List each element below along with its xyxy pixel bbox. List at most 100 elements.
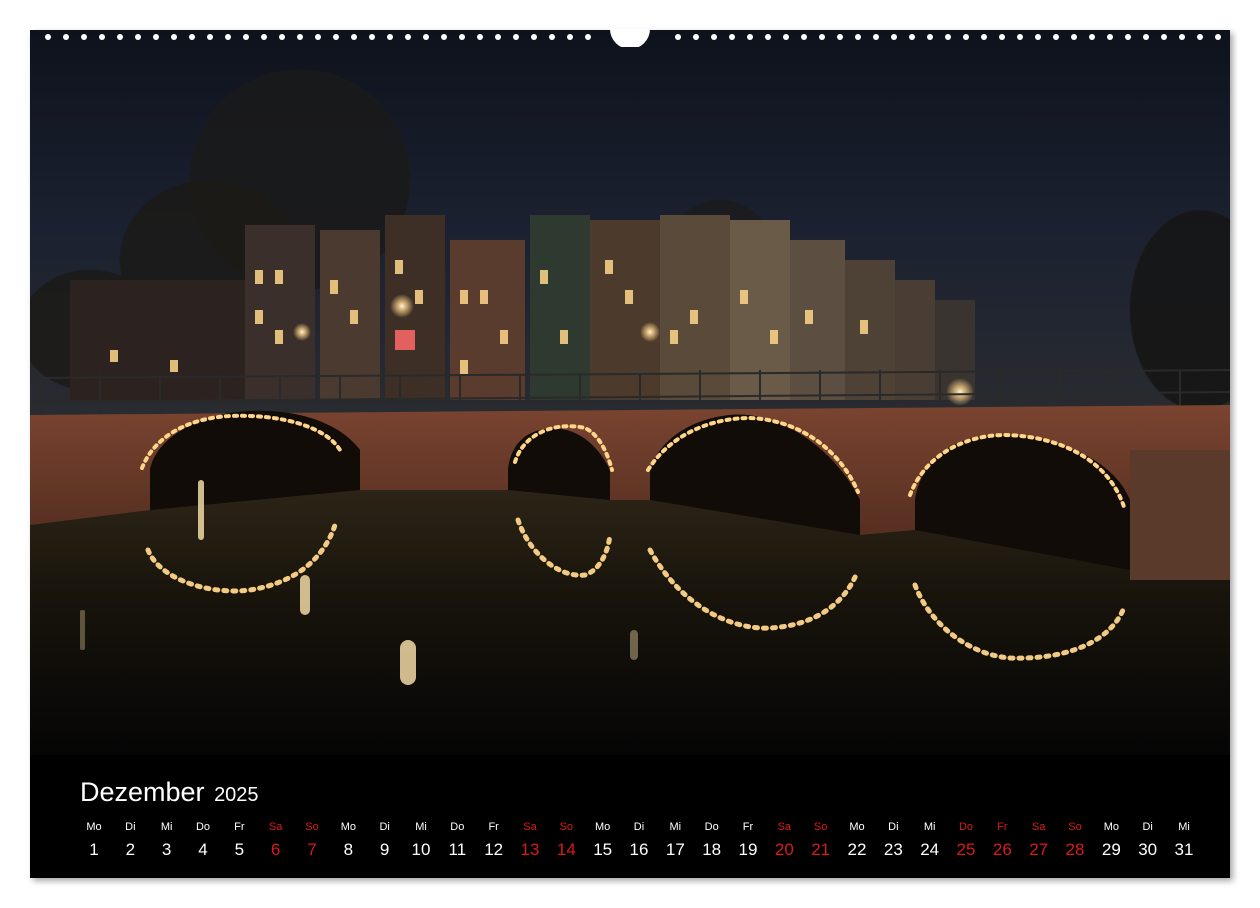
weekday-label: Di: [1142, 821, 1153, 833]
binding-hole: [513, 34, 519, 40]
day-number: 18: [702, 840, 722, 859]
binding-hole: [333, 34, 339, 40]
binding-hole: [693, 34, 699, 40]
day-number: 26: [992, 840, 1012, 859]
weekday-label: So: [813, 821, 828, 833]
binding-hole: [927, 34, 933, 40]
binding-hole: [189, 34, 195, 40]
weekday-label: Mi: [160, 821, 173, 833]
weekday-label: Do: [704, 821, 719, 833]
binding-hole: [675, 34, 681, 40]
day-cell: Do 18: [694, 821, 730, 860]
binding-hole: [261, 34, 267, 40]
weekday-label: Fr: [997, 821, 1008, 833]
weekday-label: So: [305, 821, 319, 833]
day-number: 5: [234, 840, 245, 859]
weekday-label: So: [559, 821, 574, 833]
month-name: Dezember: [80, 777, 205, 807]
binding-hole: [99, 34, 105, 40]
binding-hole: [999, 34, 1005, 40]
day-cell: Mo 8: [330, 821, 366, 860]
binding-hole: [1071, 34, 1077, 40]
day-cell: Mo 1: [76, 821, 112, 860]
weekday-label: Sa: [268, 821, 283, 833]
day-cell: Do 4: [185, 821, 221, 860]
binding-hole: [369, 34, 375, 40]
binding-hole: [1215, 34, 1221, 40]
day-number: 7: [307, 840, 317, 859]
weekday-label: Sa: [777, 821, 792, 833]
binding-hole: [747, 34, 753, 40]
binding-hole: [783, 34, 789, 40]
weekday-label: Mo: [340, 821, 356, 833]
day-number: 9: [379, 840, 390, 859]
binding-hole: [729, 34, 735, 40]
day-cell: Sa 27: [1021, 821, 1057, 860]
binding-hole: [117, 34, 123, 40]
weekday-label: Do: [195, 821, 211, 833]
binding-hole: [1125, 34, 1131, 40]
weekday-label: So: [1068, 821, 1082, 833]
binding-hole: [297, 34, 303, 40]
day-number: 11: [448, 840, 467, 859]
canal-bridge-photo: [30, 30, 1230, 755]
binding-hole: [531, 34, 537, 40]
weekday-label: Mo: [86, 821, 102, 833]
day-number: 3: [161, 840, 172, 859]
binding-hole: [1089, 34, 1095, 40]
binding-hole: [765, 34, 771, 40]
binding-hole: [171, 34, 177, 40]
binding-hole: [477, 34, 483, 40]
day-number: 8: [343, 840, 354, 859]
binding-hole: [495, 34, 501, 40]
day-cell: Mo 15: [585, 821, 621, 860]
day-cell: Mi 10: [403, 821, 439, 860]
binding-hole: [711, 34, 717, 40]
day-number: 15: [593, 840, 613, 859]
day-number: 21: [811, 840, 831, 859]
day-number: 22: [847, 840, 867, 859]
binding-hole: [1053, 34, 1059, 40]
day-cell: Mi 3: [149, 821, 185, 860]
weekday-label: Mi: [669, 821, 682, 833]
binding-hole: [351, 34, 357, 40]
month-year: 2025: [214, 784, 259, 806]
binding-hole: [891, 34, 897, 40]
binding-hole: [801, 34, 807, 40]
day-cell: Di 2: [112, 821, 148, 860]
binding-hole: [819, 34, 825, 40]
day-cell: Do 11: [439, 821, 475, 860]
day-cell: Fr 12: [476, 821, 512, 860]
day-cell: Fr 5: [221, 821, 257, 860]
day-number: 12: [484, 840, 504, 859]
binding-hole: [207, 34, 213, 40]
day-cell: Di 9: [367, 821, 403, 860]
day-number: 20: [774, 840, 794, 859]
day-row: Mo 1 Di 2 Mi 3 Do 4 Fr 5 Sa 6 So 7 Mo 8 Di 9 Mi 10 Do 11 Fr 12 S…: [76, 821, 1202, 871]
weekday-label: Di: [379, 821, 390, 833]
day-cell: Mo 29: [1093, 821, 1129, 860]
day-number: 14: [556, 840, 576, 859]
calendar-strip: Dezember 2025 Mo 1 Di 2 Mi 3 Do 4 Fr 5 Sa 6 So 7 Mo 8 Di…: [30, 755, 1230, 878]
weekday-label: Fr: [488, 821, 499, 833]
weekday-label: Mi: [923, 821, 936, 833]
day-cell: Mi 17: [657, 821, 693, 860]
binding-hole: [45, 34, 51, 40]
weekday-label: Fr: [234, 821, 245, 833]
binding-hole: [243, 34, 249, 40]
weekday-label: Sa: [1031, 821, 1046, 833]
day-cell: Sa 13: [512, 821, 548, 860]
day-number: 31: [1174, 840, 1194, 859]
day-cell: Fr 19: [730, 821, 766, 860]
day-number: 13: [520, 840, 540, 859]
day-cell: Di 16: [621, 821, 657, 860]
binding-hole: [81, 34, 87, 40]
binding-hole: [837, 34, 843, 40]
weekday-label: Do: [958, 821, 974, 833]
day-cell: So 21: [803, 821, 839, 860]
binding-hole: [1107, 34, 1113, 40]
day-number: 6: [270, 840, 281, 859]
day-cell: Do 25: [948, 821, 984, 860]
binding-hole: [1035, 34, 1041, 40]
weekday-label: Fr: [742, 821, 754, 833]
